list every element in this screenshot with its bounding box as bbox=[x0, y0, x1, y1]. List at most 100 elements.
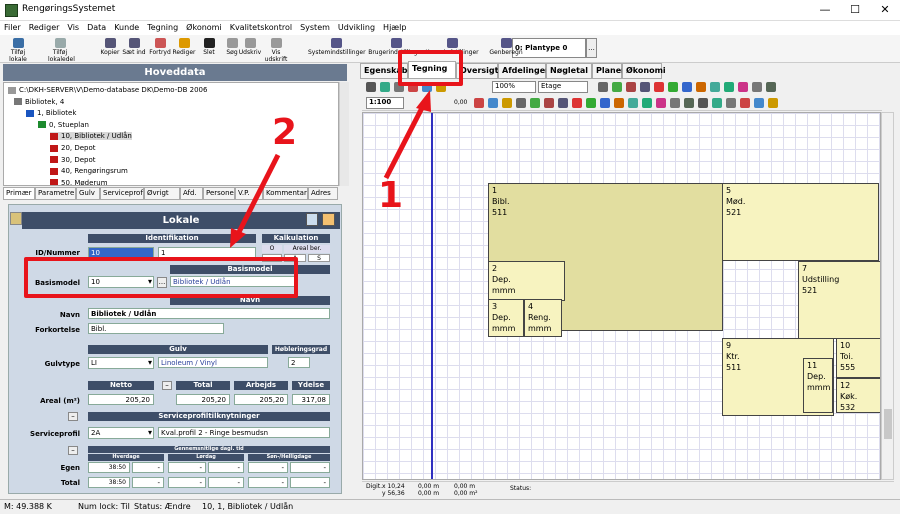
menu-system[interactable]: System bbox=[296, 21, 334, 35]
menu-udvikling[interactable]: Udvikling bbox=[334, 21, 379, 35]
room-4[interactable]: 4 Reng. mmm bbox=[524, 299, 562, 337]
menu-vis[interactable]: Vis bbox=[63, 21, 83, 35]
tab-adres[interactable]: Adres bbox=[308, 187, 338, 200]
maximize-button[interactable]: ☐ bbox=[842, 2, 868, 18]
drawing-tool-icon[interactable] bbox=[710, 82, 720, 92]
tab-afd-[interactable]: Afd. bbox=[180, 187, 203, 200]
drawing-tool-icon[interactable] bbox=[626, 82, 636, 92]
tree-item[interactable]: 10, Bibliotek / Udlån bbox=[50, 132, 132, 141]
drawing-tool-icon[interactable] bbox=[544, 98, 554, 108]
drawing-tool-icon[interactable] bbox=[598, 82, 608, 92]
menu-hjælp[interactable]: Hjælp bbox=[379, 21, 410, 35]
etage-select[interactable]: Etage bbox=[538, 81, 588, 93]
room-2[interactable]: 2 Dep. mmm bbox=[488, 261, 565, 301]
close-button[interactable]: ✕ bbox=[872, 2, 898, 18]
netto-field[interactable]: 205,20 bbox=[88, 394, 154, 405]
drawing-tool-icon[interactable] bbox=[558, 98, 568, 108]
drawing-tool-icon[interactable] bbox=[726, 98, 736, 108]
hoeleringsgrad-field[interactable]: 2 bbox=[288, 357, 310, 368]
drawing-tool-icon[interactable] bbox=[684, 98, 694, 108]
vertical-guide-line[interactable] bbox=[431, 113, 433, 479]
drawing-tool-icon[interactable] bbox=[682, 82, 692, 92]
calculator-icon[interactable] bbox=[306, 213, 318, 226]
tab-øvrigt[interactable]: Øvrigt bbox=[144, 187, 180, 200]
drawing-tool-icon[interactable] bbox=[366, 82, 376, 92]
toolbar-udskriv-button[interactable]: Udskriv bbox=[238, 37, 262, 61]
tree-item[interactable]: Bibliotek, 4 bbox=[14, 98, 64, 106]
drawing-tool-icon[interactable] bbox=[668, 82, 678, 92]
netto-expand-button[interactable]: – bbox=[162, 381, 172, 390]
drawing-tool-icon[interactable] bbox=[586, 98, 596, 108]
toolbar-rediger-button[interactable]: Rediger bbox=[172, 37, 196, 61]
menu-kunde[interactable]: Kunde bbox=[110, 21, 143, 35]
room-7[interactable]: 7 Udstilling 521 bbox=[798, 261, 880, 339]
room-11[interactable]: 11 Dep. mmm bbox=[803, 358, 833, 413]
drawing-tool-icon[interactable] bbox=[654, 82, 664, 92]
tab-serviceprofil[interactable]: Serviceprofil bbox=[100, 187, 144, 200]
drawing-tool-icon[interactable] bbox=[640, 82, 650, 92]
tree-item[interactable]: 50, Møderum bbox=[50, 179, 108, 185]
room-5[interactable]: 5 Mød. 521 bbox=[722, 183, 879, 261]
serviceprofil-expand-button[interactable]: – bbox=[68, 412, 78, 421]
tree-item[interactable]: 0, Stueplan bbox=[38, 121, 89, 129]
tree-item[interactable]: C:\DKH-SERVER\V\Demo-database DK\Demo-DB… bbox=[8, 86, 207, 94]
drawing-tool-icon[interactable] bbox=[516, 98, 526, 108]
tab-kommentar[interactable]: Kommentar bbox=[263, 187, 308, 200]
zoom-select[interactable]: 100% bbox=[492, 81, 536, 93]
drawing-tool-icon[interactable] bbox=[530, 98, 540, 108]
room-10[interactable]: 10 Toi. 555 bbox=[836, 338, 880, 378]
serviceprofil-select[interactable]: 2A bbox=[88, 427, 154, 439]
menu-økonomi[interactable]: Økonomi bbox=[182, 21, 226, 35]
drawing-tool-icon[interactable] bbox=[380, 82, 390, 92]
toolbar-sæt-ind-button[interactable]: Sæt ind bbox=[122, 37, 146, 61]
tab-parametre[interactable]: Parametre bbox=[35, 187, 76, 200]
toolbar-slet-button[interactable]: Slet bbox=[197, 37, 221, 61]
drawing-tool-icon[interactable] bbox=[656, 98, 666, 108]
menu-kvalitetskontrol[interactable]: Kvalitetskontrol bbox=[226, 21, 296, 35]
canvas-vscrollbar[interactable] bbox=[881, 112, 894, 480]
tree-item[interactable]: 1, Bibliotek bbox=[26, 109, 76, 117]
tab-primær[interactable]: Primær bbox=[3, 187, 35, 200]
drawing-tool-icon[interactable] bbox=[670, 98, 680, 108]
time-expand-button[interactable]: – bbox=[68, 446, 78, 455]
toolbar-tilføj-lokaledel-button[interactable]: Tilføj lokaledel bbox=[48, 37, 75, 63]
forkortelse-field[interactable]: Bibl. bbox=[88, 323, 224, 334]
tree-item[interactable]: 30, Depot bbox=[50, 156, 96, 164]
drawing-tool-icon[interactable] bbox=[572, 98, 582, 108]
tab-afdelinger[interactable]: Afdelinger bbox=[498, 63, 549, 79]
drawing-tool-icon[interactable] bbox=[754, 98, 764, 108]
drawing-tool-icon[interactable] bbox=[766, 82, 776, 92]
drawing-tool-icon[interactable] bbox=[768, 98, 778, 108]
tree-scrollbar[interactable] bbox=[339, 82, 349, 186]
drawing-tool-icon[interactable] bbox=[738, 82, 748, 92]
tab-personel[interactable]: Personel bbox=[203, 187, 235, 200]
toolbar-fortryd-button[interactable]: Fortryd bbox=[148, 37, 172, 61]
tab-v-p-[interactable]: V.P. bbox=[235, 187, 263, 200]
drawing-tool-icon[interactable] bbox=[474, 98, 484, 108]
toolbar-systemindstillinger-button[interactable]: Systemindstillinger bbox=[308, 37, 366, 61]
tab-nøgletal[interactable]: Nøgletal bbox=[546, 63, 592, 79]
scale-select[interactable]: 1:100 bbox=[366, 97, 404, 109]
room-12[interactable]: 12 Køk. 532 bbox=[836, 378, 880, 413]
menu-tegning[interactable]: Tegning bbox=[143, 21, 182, 35]
edit-icon[interactable] bbox=[322, 213, 335, 226]
toolbar-vis-udskrift-button[interactable]: Vis udskrift bbox=[264, 37, 288, 63]
minimize-button[interactable]: — bbox=[812, 2, 838, 18]
drawing-tool-icon[interactable] bbox=[600, 98, 610, 108]
toolbar-tilføj-lokale-button[interactable]: Tilføj lokale bbox=[6, 37, 30, 63]
drawing-tool-icon[interactable] bbox=[612, 82, 622, 92]
drawing-tool-icon[interactable] bbox=[628, 98, 638, 108]
drawing-tool-icon[interactable] bbox=[502, 98, 512, 108]
drawing-tool-icon[interactable] bbox=[614, 98, 624, 108]
tab-gulv[interactable]: Gulv bbox=[76, 187, 100, 200]
drawing-tool-icon[interactable] bbox=[752, 82, 762, 92]
kalk-s[interactable]: S bbox=[308, 254, 330, 262]
drawing-tool-icon[interactable] bbox=[724, 82, 734, 92]
drawing-tool-icon[interactable] bbox=[740, 98, 750, 108]
toolbar-genberegn-button[interactable]: Genberegn bbox=[478, 37, 534, 61]
menu-filer[interactable]: Filer bbox=[0, 21, 25, 35]
drawing-tool-icon[interactable] bbox=[488, 98, 498, 108]
drawing-tool-icon[interactable] bbox=[698, 98, 708, 108]
menu-rediger[interactable]: Rediger bbox=[25, 21, 64, 35]
menu-data[interactable]: Data bbox=[83, 21, 110, 35]
